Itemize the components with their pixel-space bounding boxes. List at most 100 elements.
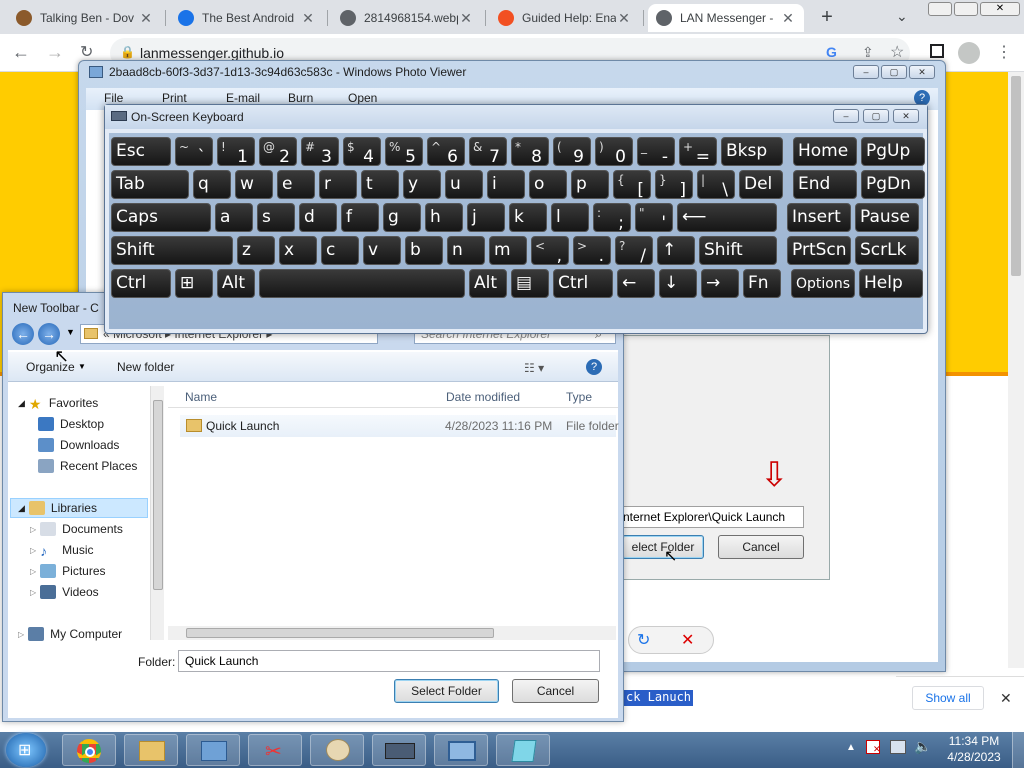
pv-close-button[interactable]: ✕ [909,65,935,79]
share-icon[interactable]: ⇪ [862,44,874,61]
key-symbol[interactable]: ↑ [657,236,695,265]
tray-arrow-icon[interactable]: ▲ [846,742,856,753]
refresh-button[interactable]: ↻ ✕ [628,626,714,654]
key-s[interactable]: s [257,203,295,232]
tree-downloads[interactable]: Downloads [38,436,119,454]
key-symbol[interactable]: _ - [637,137,675,166]
menu-dots-icon[interactable]: ⋮ [996,42,1012,62]
osk-maximize-button[interactable]: ▢ [863,109,889,123]
key-symbol[interactable]: ~ ` [175,137,213,166]
clock-date[interactable]: 4/28/2023 [944,750,1004,764]
taskbar-keyboard-icon[interactable] [372,734,426,766]
forward-arrow-icon[interactable]: → [46,42,64,63]
taskbar-photo-viewer-icon[interactable] [434,734,488,766]
key-4[interactable]: $4 [343,137,381,166]
key-6[interactable]: ^ 6 [427,137,465,166]
key-b[interactable]: b [405,236,443,265]
key-bksp[interactable]: Bksp [721,137,783,166]
key-caps[interactable]: Caps [111,203,211,232]
key-symbol[interactable]: {[ [613,170,651,199]
key-k[interactable]: k [509,203,547,232]
pv-menu-open[interactable]: Open [348,91,377,105]
taskbar-paint-icon[interactable] [310,734,364,766]
key-x[interactable]: x [279,236,317,265]
key-symbol[interactable]: → [701,269,739,298]
key-p[interactable]: p [571,170,609,199]
column-name[interactable]: Name [185,390,217,404]
key-symbol[interactable]: ← [617,269,655,298]
key-w[interactable]: w [235,170,273,199]
key-ctrl[interactable]: Ctrl [111,269,171,298]
tree-pictures[interactable]: ▷ Pictures [30,562,106,580]
horizontal-scrollbar[interactable] [168,626,616,640]
tree-scrollbar[interactable] [150,386,164,640]
key-symbol[interactable]: >. [573,236,611,265]
select-folder-button[interactable]: Select Folder [394,679,499,703]
taskbar-explorer-icon[interactable] [124,734,178,766]
key-symbol[interactable]: | \ [697,170,735,199]
back-nav-icon[interactable]: ← [12,323,34,345]
column-date-modified[interactable]: Date modified [446,390,520,404]
forward-nav-icon[interactable]: → [38,323,60,345]
key-symbol[interactable]: :; [593,203,631,232]
tree-documents[interactable]: ▷ Documents [30,520,123,538]
close-tab-icon[interactable]: ✕ [300,10,316,27]
key-symbol[interactable]: ↓ [659,269,697,298]
key-a[interactable]: a [215,203,253,232]
recent-locations-chevron-icon[interactable]: ▼ [66,327,75,337]
tab-4[interactable]: Guided Help: Enal ✕ [490,4,640,32]
key-home[interactable]: Home [793,137,857,166]
tree-libraries[interactable]: ◢ Libraries [18,499,97,517]
folder-input[interactable]: Quick Launch [178,650,600,672]
key-1[interactable]: ! 1 [217,137,255,166]
pv-menu-print[interactable]: Print [162,91,187,105]
key-5[interactable]: % 5 [385,137,423,166]
clock-time[interactable]: 11:34 PM [946,734,1002,748]
start-button[interactable]: ⊞ [6,733,46,767]
key-symbol[interactable]: " ' [635,203,673,232]
key-pause[interactable]: Pause [855,203,919,232]
show-all-button[interactable]: Show all [912,686,984,710]
key-symbol[interactable]: ? / [615,236,653,265]
key-l[interactable]: l [551,203,589,232]
tab-search-chevron-icon[interactable]: ⌄ [896,8,908,25]
key-z[interactable]: z [237,236,275,265]
key-alt[interactable]: Alt [217,269,255,298]
key-o[interactable]: o [529,170,567,199]
key-shift[interactable]: Shift [111,236,233,265]
cancel-button[interactable]: Cancel [512,679,599,703]
key-del[interactable]: Del [739,170,783,199]
key-esc[interactable]: Esc [111,137,171,166]
osk-minimize-button[interactable]: – [833,109,859,123]
maximize-browser-button[interactable] [954,2,978,16]
back-arrow-icon[interactable]: ← [12,42,30,63]
close-download-bar-icon[interactable]: ✕ [1000,690,1012,707]
key-8[interactable]: * 8 [511,137,549,166]
tab-1[interactable]: Talking Ben - Dov ✕ [8,4,162,32]
column-type[interactable]: Type [566,390,592,404]
pv-minimize-button[interactable]: – [853,65,879,79]
profile-avatar[interactable] [958,42,980,64]
bookmark-star-icon[interactable]: ☆ [890,42,904,62]
key-symbol[interactable]: ⟵ [677,203,777,232]
pv-maximize-button[interactable]: ▢ [881,65,907,79]
key-j[interactable]: j [467,203,505,232]
key-shift[interactable]: Shift [699,236,777,265]
behind-path-field[interactable]: nternet Explorer\Quick Launch [618,506,804,528]
new-tab-button[interactable]: + [816,6,838,28]
key-e[interactable]: e [277,170,315,199]
key-end[interactable]: End [793,170,857,199]
volume-icon[interactable]: 🔈 [914,738,931,755]
page-scrollbar[interactable] [1008,72,1024,668]
key-symbol[interactable]: ⊞ [175,269,213,298]
key-q[interactable]: q [193,170,231,199]
key-symbol[interactable]: }] [655,170,693,199]
tree-my-computer[interactable]: ▷ My Computer [18,625,122,643]
side-panel-icon[interactable] [930,44,944,58]
key-h[interactable]: h [425,203,463,232]
key-v[interactable]: v [363,236,401,265]
taskbar-control-panel-icon[interactable] [186,734,240,766]
view-options-icon[interactable]: ☷ ▾ [524,361,544,375]
close-tab-icon[interactable]: ✕ [616,10,632,27]
key-7[interactable]: & 7 [469,137,507,166]
